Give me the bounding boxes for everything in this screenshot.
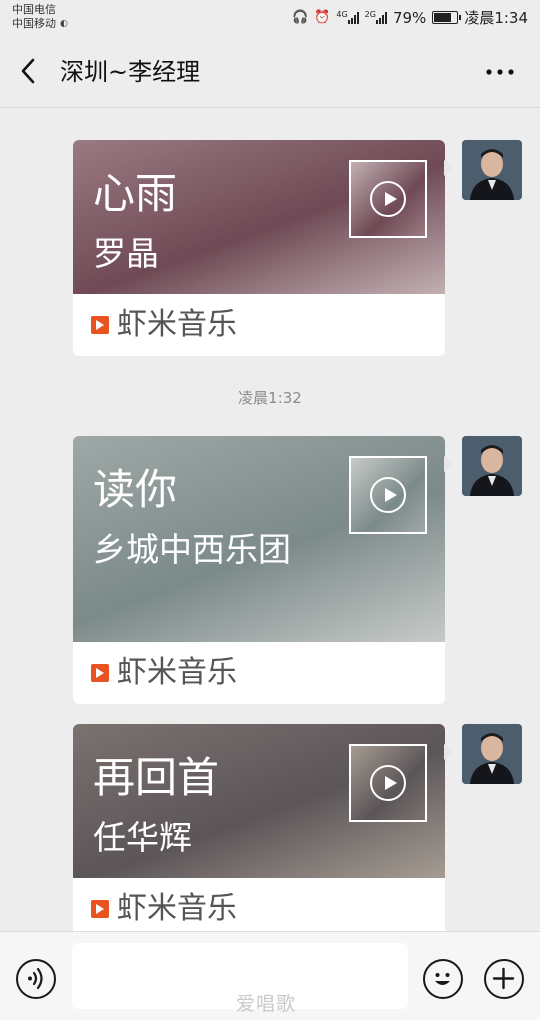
chat-title: 深圳~李经理 — [60, 58, 201, 86]
signal-bars-icon — [375, 11, 387, 24]
xiami-music-icon — [91, 900, 109, 918]
music-card-source: 虾米音乐 — [73, 878, 445, 931]
battery-percent: 79% — [392, 8, 427, 27]
carrier-info: 中国电信 中国移动 ◐ — [12, 3, 68, 31]
music-card-banner: 再回首 任华辉 — [73, 724, 445, 878]
headphone-icon: 🎧 — [292, 10, 309, 25]
more-functions-button[interactable] — [484, 959, 524, 999]
song-artist: 罗晶 — [93, 234, 159, 273]
user-avatar-icon — [462, 140, 522, 200]
hd-voice-icon: ◐ — [60, 19, 68, 29]
network-type-1: 4G — [336, 10, 348, 19]
music-card[interactable]: 读你 乡城中西乐团 虾米音乐 — [73, 436, 453, 704]
music-card[interactable]: 心雨 罗晶 虾米音乐 — [73, 140, 453, 356]
song-title: 再回首 — [93, 753, 220, 802]
avatar[interactable] — [462, 724, 522, 784]
music-card-banner: 心雨 罗晶 — [73, 140, 445, 294]
music-card[interactable]: 再回首 任华辉 虾米音乐 — [73, 724, 453, 931]
user-avatar-icon — [462, 724, 522, 784]
source-label: 虾米音乐 — [117, 891, 237, 926]
album-cover[interactable] — [349, 160, 427, 238]
album-cover[interactable] — [349, 456, 427, 534]
music-card-source: 虾米音乐 — [73, 294, 445, 356]
song-artist: 任华辉 — [93, 818, 192, 857]
plus-icon — [492, 967, 515, 990]
status-icons: 🎧 ⏰ 4G 2G 79% 凌晨1:34 — [292, 7, 528, 28]
play-icon — [370, 477, 406, 513]
signal-bars-icon — [347, 11, 359, 24]
music-card-banner: 读你 乡城中西乐团 — [73, 436, 445, 642]
carrier-2: 中国移动 — [12, 17, 56, 30]
voice-button[interactable] — [16, 959, 56, 999]
avatar[interactable] — [462, 436, 522, 496]
music-card-source: 虾米音乐 — [73, 642, 445, 704]
xiami-music-icon — [91, 664, 109, 682]
back-button[interactable] — [14, 56, 44, 86]
more-button[interactable] — [482, 62, 518, 82]
emoji-button[interactable] — [423, 959, 463, 999]
timestamp: 凌晨1:32 — [238, 389, 302, 407]
clock: 凌晨1:34 — [464, 9, 528, 27]
chat-header: 深圳~李经理 — [0, 36, 540, 108]
source-label: 虾米音乐 — [117, 655, 237, 690]
status-bar: 中国电信 中国移动 ◐ 🎧 ⏰ 4G 2G 79% 凌晨1:34 — [0, 0, 540, 36]
song-title: 心雨 — [93, 169, 178, 218]
play-icon — [370, 181, 406, 217]
album-cover[interactable] — [349, 744, 427, 822]
signal-2: 2G — [365, 11, 387, 24]
source-label: 虾米音乐 — [117, 307, 237, 342]
network-type-2: 2G — [364, 10, 376, 19]
alarm-icon: ⏰ — [314, 10, 331, 25]
avatar[interactable] — [462, 140, 522, 200]
xiami-music-icon — [91, 316, 109, 334]
song-title: 读你 — [93, 465, 178, 514]
signal-1: 4G — [336, 10, 359, 24]
user-avatar-icon — [462, 436, 522, 496]
battery-icon — [432, 11, 462, 24]
more-dots-icon — [486, 69, 514, 75]
carrier-1: 中国电信 — [12, 3, 56, 16]
chat-message-list[interactable]: 心雨 罗晶 虾米音乐 凌晨1:32 读你 乡城中西乐团 虾米音乐 再回首 任华辉… — [0, 109, 540, 931]
back-arrow-icon — [21, 58, 35, 84]
watermark: 爱唱歌 — [236, 993, 297, 1015]
song-artist: 乡城中西乐团 — [93, 530, 291, 569]
emoji-icon — [435, 973, 450, 985]
voice-icon — [28, 967, 43, 990]
play-icon — [370, 765, 406, 801]
